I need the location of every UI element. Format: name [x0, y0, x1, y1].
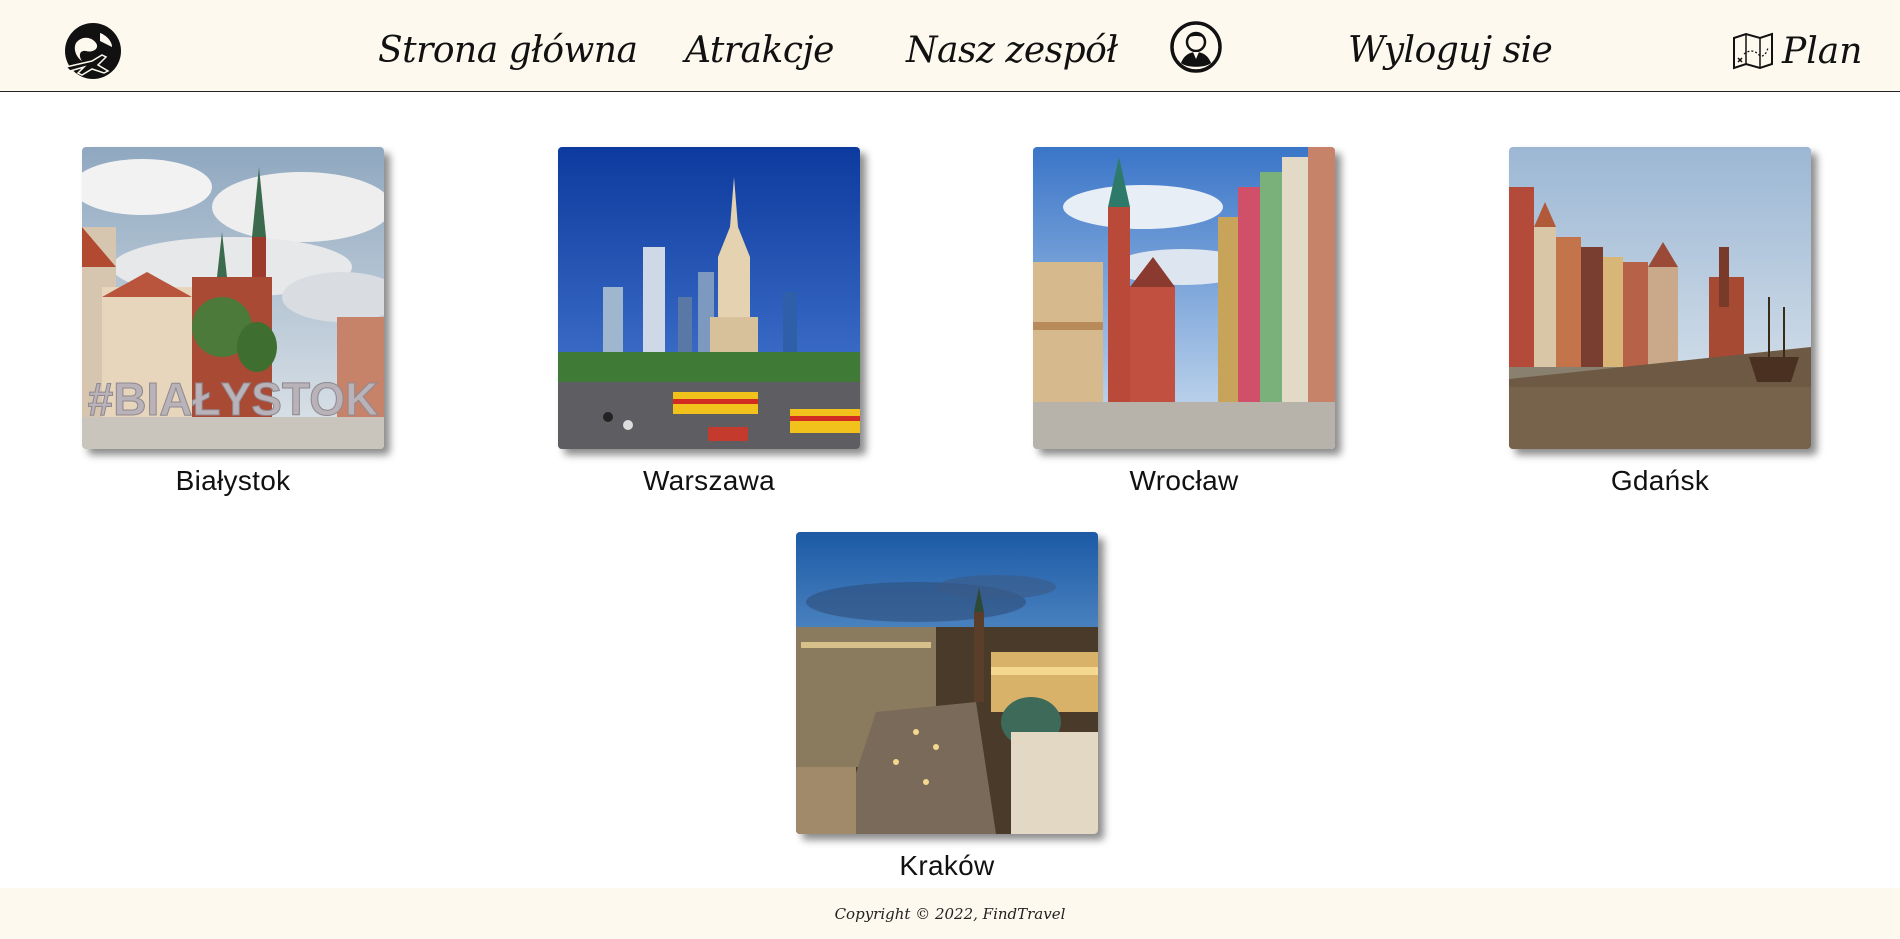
- copyright-text: Copyright © 2022, FindTravel: [834, 905, 1066, 923]
- nav-attractions-link[interactable]: Atrakcje: [685, 26, 834, 76]
- warszawa-photo: [558, 147, 860, 449]
- plan-label: Plan: [1782, 30, 1863, 72]
- city-name: Białystok: [175, 465, 291, 496]
- nav-logout-link[interactable]: Wyloguj sie: [1348, 26, 1553, 76]
- globe-plane-icon[interactable]: [62, 21, 124, 81]
- city-card-wroclaw[interactable]: Wrocław: [1033, 147, 1335, 497]
- user-account-icon[interactable]: [1170, 21, 1222, 73]
- city-card-krakow[interactable]: Kraków: [796, 532, 1098, 882]
- treasure-map-icon: [1733, 32, 1773, 70]
- bialystok-photo: #BIAŁYSTOK: [82, 147, 384, 449]
- footer: Copyright © 2022, FindTravel: [0, 888, 1900, 939]
- top-navigation-bar: Strona główna Atrakcje Nasz zespół Wylog…: [0, 0, 1900, 92]
- wroclaw-photo: [1033, 147, 1335, 449]
- gdansk-photo: [1509, 147, 1811, 449]
- nav-home-link[interactable]: Strona główna: [378, 26, 638, 76]
- city-card-bialystok[interactable]: #BIAŁYSTOK Białystok: [82, 147, 384, 497]
- krakow-photo: [796, 532, 1098, 834]
- city-name: Warszawa: [642, 465, 776, 496]
- city-name: Kraków: [899, 850, 995, 881]
- svg-text:#BIAŁYSTOK: #BIAŁYSTOK: [88, 373, 379, 425]
- nav-team-link[interactable]: Nasz zespół: [906, 26, 1118, 76]
- city-card-warszawa[interactable]: Warszawa: [558, 147, 860, 497]
- plan-button[interactable]: Plan: [1732, 26, 1862, 76]
- city-card-gdansk[interactable]: Gdańsk: [1509, 147, 1811, 497]
- city-name: Wrocław: [1129, 465, 1239, 496]
- city-name: Gdańsk: [1610, 465, 1710, 496]
